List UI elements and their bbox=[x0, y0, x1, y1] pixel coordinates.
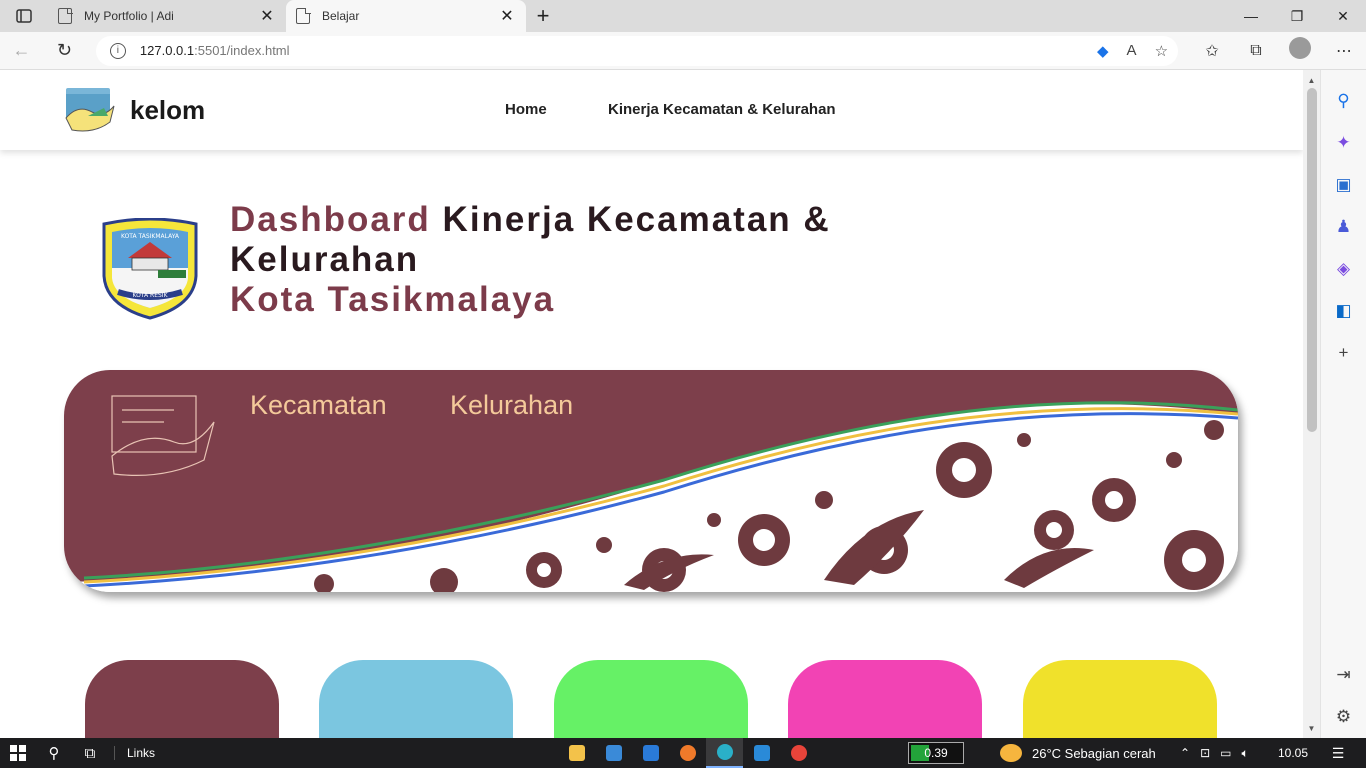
copilot-icon[interactable]: ✦ bbox=[1336, 122, 1350, 164]
title-kota: Kota Tasikmalaya bbox=[230, 280, 556, 319]
stat-card[interactable] bbox=[85, 660, 279, 738]
links-toolbar[interactable]: Links bbox=[114, 746, 155, 760]
nav-home-link[interactable]: Home bbox=[505, 101, 547, 118]
mail-icon[interactable] bbox=[632, 738, 669, 768]
outlook-icon[interactable]: ◧ bbox=[1335, 290, 1351, 332]
store-icon[interactable] bbox=[595, 738, 632, 768]
new-tab-button[interactable]: + bbox=[526, 0, 560, 32]
task-view-icon[interactable]: ⧉ bbox=[72, 738, 108, 768]
edge-sidebar: ⚲ ✦ ▣ ♟ ◈ ◧ + ⇥ ⚙ bbox=[1320, 70, 1366, 738]
brand-name: kelom bbox=[130, 94, 206, 125]
address-bar-actions: ◆ A ☆ bbox=[1097, 42, 1168, 60]
file-explorer-icon[interactable] bbox=[558, 738, 595, 768]
network-icon[interactable]: ⊡ bbox=[1200, 746, 1210, 760]
title-dashboard: Dashboard bbox=[230, 200, 431, 239]
url-host: 127.0.0.1 bbox=[139, 43, 195, 58]
minimize-button[interactable]: — bbox=[1228, 0, 1274, 32]
tab-actions-icon bbox=[16, 9, 32, 23]
scroll-up-icon[interactable]: ▲ bbox=[1303, 72, 1320, 88]
pinned-apps bbox=[558, 738, 817, 768]
page-scrollbar[interactable]: ▲ ▼ bbox=[1303, 70, 1320, 738]
stat-card[interactable] bbox=[554, 660, 748, 738]
scroll-thumb[interactable] bbox=[1307, 88, 1317, 432]
read-aloud-icon[interactable]: A bbox=[1127, 42, 1137, 59]
tab-close-button[interactable]: ✕ bbox=[258, 6, 276, 26]
site-header: kelom Home Kinerja Kecamatan & Kelurahan bbox=[0, 70, 1303, 150]
start-button[interactable] bbox=[0, 738, 36, 768]
scroll-down-icon[interactable]: ▼ bbox=[1303, 720, 1320, 736]
tab-title: My Portfolio | Adi bbox=[84, 9, 174, 23]
windows-taskbar: ⚲ ⧉ Links 0.39 26°C Sebagian cerah ⌃ ⊡ ▭… bbox=[0, 738, 1366, 768]
stat-card[interactable] bbox=[1023, 660, 1217, 738]
vscode-icon[interactable] bbox=[743, 738, 780, 768]
search-icon[interactable]: ⚲ bbox=[1337, 80, 1349, 122]
avatar-icon bbox=[1289, 37, 1312, 59]
tab-my-portfolio[interactable]: My Portfolio | Adi ✕ bbox=[48, 0, 286, 32]
clock[interactable]: 10.05 bbox=[1278, 738, 1308, 768]
url-path: :5501/index.html bbox=[194, 43, 290, 58]
address-toolbar: ← ↻ i 127.0.0.1:5501/index.html ◆ A ☆ ✩ … bbox=[0, 32, 1366, 70]
favorites-icon[interactable]: ✩ bbox=[1190, 41, 1234, 61]
banner-background bbox=[64, 370, 1238, 592]
tray-chevron-icon[interactable]: ⌃ bbox=[1180, 746, 1190, 760]
tab-actions-button[interactable] bbox=[0, 0, 48, 32]
volume-icon[interactable]: 🔈︎ bbox=[1241, 746, 1248, 761]
add-favorite-icon[interactable]: ☆ bbox=[1155, 42, 1168, 60]
performance-meter[interactable]: 0.39 bbox=[908, 742, 964, 764]
tab-belajar[interactable]: Belajar ✕ bbox=[286, 0, 526, 32]
site-info-icon[interactable]: i bbox=[109, 42, 126, 59]
windows-logo-icon bbox=[10, 745, 26, 761]
performance-value: 0.39 bbox=[924, 746, 948, 760]
shopping-tag-icon[interactable]: ◆ bbox=[1097, 42, 1109, 60]
brand[interactable]: kelom bbox=[64, 86, 205, 134]
tab-title: Belajar bbox=[322, 9, 360, 23]
firefox-icon[interactable] bbox=[669, 738, 706, 768]
weather-text: 26°C Sebagian cerah bbox=[1032, 745, 1156, 761]
chrome-icon[interactable] bbox=[780, 738, 817, 768]
nav-kinerja-link[interactable]: Kinerja Kecamatan & Kelurahan bbox=[608, 101, 836, 118]
collections-icon[interactable]: ⧉ bbox=[1234, 42, 1278, 60]
window-controls: — ❐ ✕ bbox=[1228, 0, 1366, 32]
tab-kelurahan[interactable]: Kelurahan bbox=[450, 390, 573, 421]
profile-button[interactable] bbox=[1278, 37, 1322, 64]
hero-banner: Kecamatan Kelurahan bbox=[64, 370, 1238, 592]
brand-logo-icon bbox=[65, 88, 115, 132]
battery-icon[interactable]: ▭ bbox=[1220, 746, 1231, 760]
address-bar[interactable]: i 127.0.0.1:5501/index.html ◆ A ☆ bbox=[95, 35, 1179, 66]
page-icon bbox=[58, 7, 73, 24]
browser-toolbar: ✩ ⧉ ⋯ bbox=[1190, 37, 1366, 64]
add-sidebar-app-icon[interactable]: + bbox=[1339, 332, 1349, 374]
shopping-icon[interactable]: ▣ bbox=[1335, 164, 1351, 206]
tasikmalaya-crest-logo: KOTA TASIKMALAYA KOTA RESIK bbox=[98, 217, 202, 325]
reload-icon: ↻ bbox=[56, 40, 72, 60]
crest-text-top: KOTA TASIKMALAYA bbox=[121, 233, 180, 240]
tab-kecamatan[interactable]: Kecamatan bbox=[250, 390, 387, 421]
tab-strip: My Portfolio | Adi ✕ Belajar ✕ + — ❐ ✕ bbox=[0, 0, 1366, 32]
maximize-button[interactable]: ❐ bbox=[1274, 0, 1320, 32]
system-tray: ⌃ ⊡ ▭ 🔈︎ bbox=[1180, 738, 1249, 768]
weather-sun-icon bbox=[1000, 744, 1022, 762]
page-title: Dashboard Kinerja Kecamatan & Kelurahan … bbox=[230, 200, 890, 320]
back-button[interactable]: ← bbox=[0, 32, 43, 70]
settings-gear-icon[interactable]: ⚙ bbox=[1336, 696, 1351, 738]
games-icon[interactable]: ♟ bbox=[1336, 206, 1351, 248]
page-icon bbox=[296, 7, 311, 24]
weather-widget[interactable]: 26°C Sebagian cerah bbox=[1000, 738, 1156, 768]
search-icon[interactable]: ⚲ bbox=[36, 738, 72, 768]
stat-card[interactable] bbox=[788, 660, 982, 738]
stat-card[interactable] bbox=[319, 660, 513, 738]
edge-icon[interactable] bbox=[706, 738, 743, 768]
tab-close-button[interactable]: ✕ bbox=[498, 6, 516, 26]
microsoft365-icon[interactable]: ◈ bbox=[1337, 248, 1350, 290]
back-arrow-icon: ← bbox=[12, 40, 31, 60]
notification-icon[interactable]: ☰ bbox=[1320, 738, 1356, 768]
reload-button[interactable]: ↻ bbox=[43, 32, 86, 70]
page-viewport: kelom Home Kinerja Kecamatan & Kelurahan… bbox=[0, 70, 1303, 738]
hide-sidebar-icon[interactable]: ⇥ bbox=[1336, 654, 1350, 696]
more-menu-icon[interactable]: ⋯ bbox=[1322, 41, 1366, 61]
close-window-button[interactable]: ✕ bbox=[1320, 0, 1366, 32]
crest-text-bottom: KOTA RESIK bbox=[132, 292, 168, 299]
